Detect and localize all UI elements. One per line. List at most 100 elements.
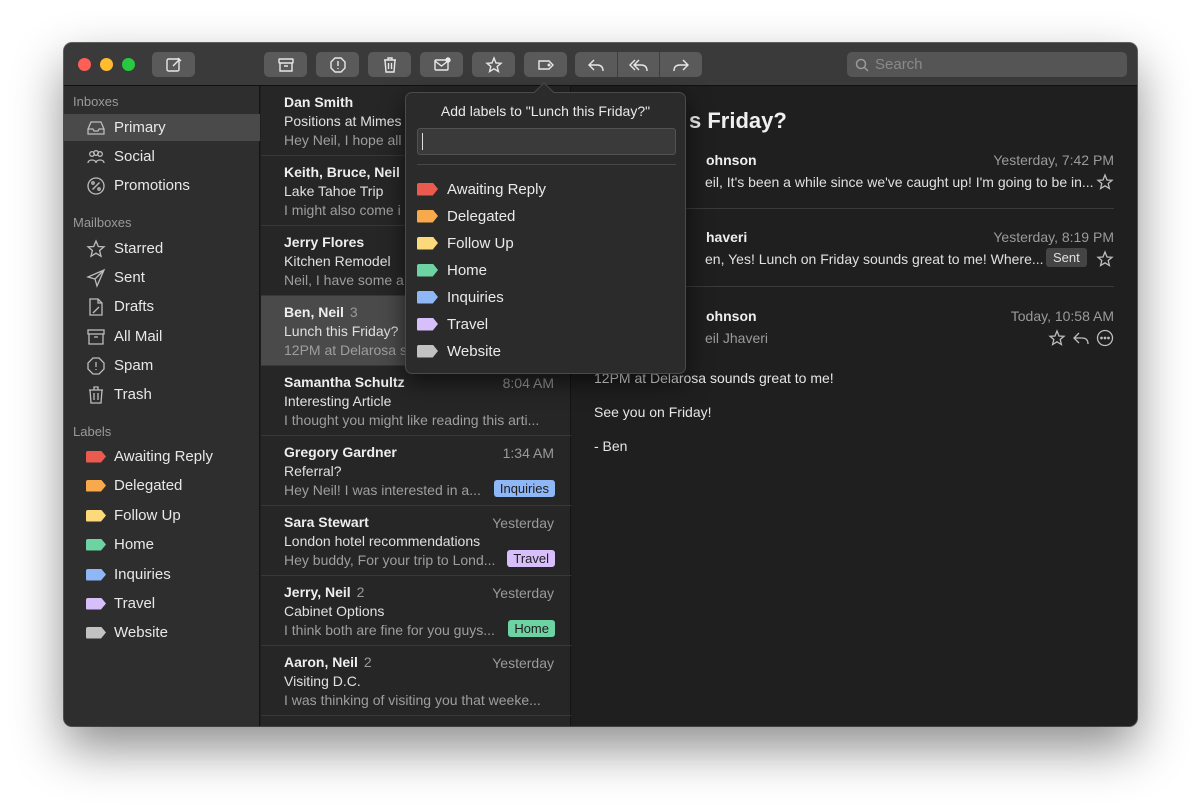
subject: Referral? bbox=[284, 463, 342, 479]
reply-button-group bbox=[575, 52, 702, 77]
sidebar-item-label: Drafts bbox=[114, 298, 155, 315]
label-button[interactable] bbox=[524, 52, 567, 77]
star-button[interactable] bbox=[472, 52, 515, 77]
reply-icon[interactable] bbox=[1071, 329, 1091, 347]
archive-icon bbox=[87, 328, 105, 345]
label-option-follow-up[interactable]: Follow Up bbox=[417, 231, 514, 255]
list-item[interactable]: Gregory Gardner 1:34 AM Referral? Hey Ne… bbox=[261, 436, 571, 506]
thread-count: 2 bbox=[356, 584, 365, 600]
tag-icon bbox=[86, 538, 106, 551]
zoom-window-button[interactable] bbox=[122, 58, 135, 71]
sender-name: Ben, Neil bbox=[284, 304, 344, 320]
sidebar-item-primary[interactable]: Primary bbox=[64, 114, 260, 141]
reply-icon bbox=[587, 59, 604, 71]
body-line: See you on Friday! bbox=[594, 404, 712, 420]
subject: Interesting Article bbox=[284, 393, 392, 409]
sidebar-item-all-mail[interactable]: All Mail bbox=[64, 323, 260, 350]
label-option-text: Website bbox=[447, 342, 501, 360]
label-option-text: Delegated bbox=[447, 207, 516, 225]
sender-name: Keith, Bruce, Neil bbox=[284, 164, 400, 180]
sidebar-item-label: Travel bbox=[114, 595, 156, 612]
star-icon[interactable] bbox=[1096, 173, 1114, 191]
tag-icon bbox=[417, 263, 438, 277]
label-option-home[interactable]: Home bbox=[417, 258, 487, 282]
timestamp: 8:04 AM bbox=[502, 375, 554, 391]
sidebar-item-follow-up[interactable]: Follow Up bbox=[64, 502, 260, 529]
minimize-window-button[interactable] bbox=[100, 58, 113, 71]
envelope-icon bbox=[433, 56, 451, 71]
star-icon[interactable] bbox=[1048, 329, 1066, 347]
label-option-text: Follow Up bbox=[447, 234, 514, 252]
sidebar-item-sent[interactable]: Sent bbox=[64, 264, 260, 291]
spam-button[interactable] bbox=[316, 52, 359, 77]
sidebar-item-home[interactable]: Home bbox=[64, 531, 260, 558]
percent-icon bbox=[87, 176, 105, 195]
sidebar-item-label: Inquiries bbox=[114, 566, 171, 583]
preview: Hey Neil! I was interested in a... bbox=[284, 482, 481, 498]
close-window-button[interactable] bbox=[78, 58, 91, 71]
star-icon[interactable] bbox=[1096, 250, 1114, 268]
label-option-awaiting-reply[interactable]: Awaiting Reply bbox=[417, 177, 546, 201]
trash-button[interactable] bbox=[368, 52, 411, 77]
sidebar-item-promotions[interactable]: Promotions bbox=[64, 172, 260, 199]
label-option-text: Travel bbox=[447, 315, 489, 333]
thread-count: 3 bbox=[349, 304, 358, 320]
timestamp: Yesterday bbox=[492, 655, 554, 671]
tag-icon bbox=[86, 626, 106, 639]
tag-icon bbox=[86, 479, 106, 492]
message-subject: s Friday? bbox=[689, 108, 787, 133]
sidebar: Inboxes Primary Social Promotions Mailbo… bbox=[64, 86, 260, 726]
inboxes-header: Inboxes bbox=[73, 94, 119, 109]
compose-button[interactable] bbox=[152, 52, 195, 77]
sidebar-item-trash[interactable]: Trash bbox=[64, 381, 260, 408]
sidebar-item-label: Awaiting Reply bbox=[114, 448, 213, 465]
sidebar-item-label: Spam bbox=[114, 357, 154, 374]
sidebar-item-delegated[interactable]: Delegated bbox=[64, 472, 260, 499]
sidebar-item-social[interactable]: Social bbox=[64, 143, 260, 170]
preview: I think both are fine for you guys... bbox=[284, 622, 495, 638]
sidebar-item-label: Promotions bbox=[114, 177, 190, 194]
sender-name: Aaron, Neil bbox=[284, 654, 358, 670]
list-item[interactable]: Jerry, Neil 2 Yesterday Cabinet Options I… bbox=[261, 576, 571, 646]
sender-name: Jerry, Neil bbox=[284, 584, 351, 600]
label-option-website[interactable]: Website bbox=[417, 339, 501, 363]
sidebar-item-label: Sent bbox=[114, 269, 145, 286]
mark-button[interactable] bbox=[420, 52, 463, 77]
label-option-travel[interactable]: Travel bbox=[417, 312, 488, 336]
search-input[interactable]: Search bbox=[847, 52, 1127, 77]
sidebar-item-drafts[interactable]: Drafts bbox=[64, 293, 260, 320]
list-item[interactable]: Aaron, Neil 2 Yesterday Visiting D.C. I w… bbox=[261, 646, 571, 716]
label-badge: Home bbox=[508, 620, 555, 637]
sidebar-item-travel[interactable]: Travel bbox=[64, 590, 260, 617]
label-badge: Inquiries bbox=[493, 480, 555, 497]
sidebar-item-starred[interactable]: Starred bbox=[64, 235, 260, 262]
sender-name: Sara Stewart bbox=[284, 514, 369, 530]
forward-button[interactable] bbox=[660, 52, 702, 77]
sidebar-item-spam[interactable]: Spam bbox=[64, 352, 260, 379]
text-caret bbox=[422, 133, 423, 150]
mailboxes-header: Mailboxes bbox=[73, 215, 132, 230]
reply-button[interactable] bbox=[575, 52, 618, 77]
toolbar: Search bbox=[64, 43, 1137, 86]
label-option-inquiries[interactable]: Inquiries bbox=[417, 285, 504, 309]
sender-name: Jerry Flores bbox=[284, 234, 365, 250]
sender-name: Dan Smith bbox=[284, 94, 354, 110]
list-item[interactable]: Samantha Schultz 8:04 AM Interesting Art… bbox=[261, 366, 571, 436]
tag-icon bbox=[417, 317, 438, 331]
popover-title: Add labels to "Lunch this Friday?" bbox=[440, 103, 651, 119]
label-option-text: Awaiting Reply bbox=[447, 180, 546, 198]
divider bbox=[417, 164, 676, 165]
label-option-delegated[interactable]: Delegated bbox=[417, 204, 515, 228]
subject: Cabinet Options bbox=[284, 603, 385, 619]
reply-all-button[interactable] bbox=[618, 52, 661, 77]
subject: Visiting D.C. bbox=[284, 673, 361, 689]
sidebar-item-website[interactable]: Website bbox=[64, 619, 260, 646]
label-search-input[interactable] bbox=[417, 128, 676, 155]
list-item[interactable]: Sara Stewart Yesterday London hotel reco… bbox=[261, 506, 571, 576]
more-icon[interactable] bbox=[1096, 329, 1114, 347]
archive-button[interactable] bbox=[264, 52, 307, 77]
sender-name: ohnson bbox=[706, 308, 757, 324]
star-icon bbox=[484, 55, 503, 73]
sidebar-item-inquiries[interactable]: Inquiries bbox=[64, 561, 260, 588]
sidebar-item-awaiting-reply[interactable]: Awaiting Reply bbox=[64, 443, 260, 470]
